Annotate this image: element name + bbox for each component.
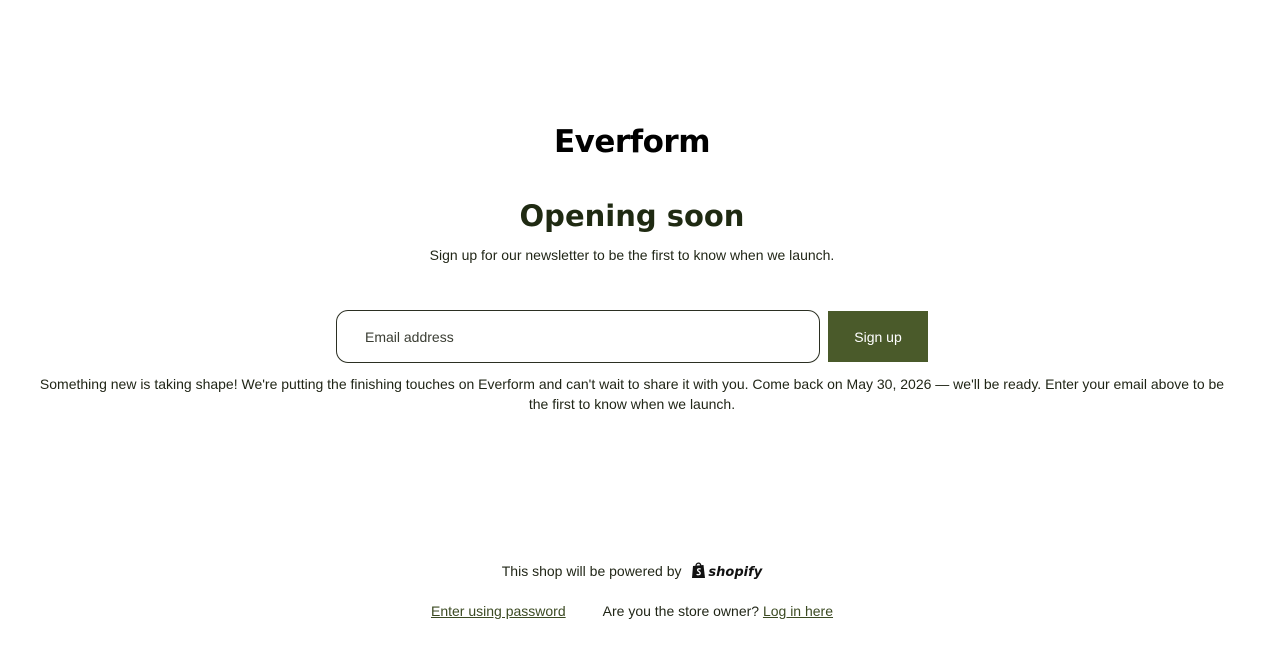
powered-by-text: This shop will be powered by (501, 563, 682, 579)
shopify-bag-icon (692, 562, 706, 579)
enter-password-link[interactable]: Enter using password (431, 603, 566, 619)
store-owner-prompt: Are you the store owner? (602, 603, 760, 619)
footer-links: Enter using password Are you the store o… (0, 600, 1264, 622)
shopify-logo[interactable]: shopify (691, 560, 762, 584)
powered-by: This shop will be powered by shopify (0, 560, 1264, 584)
email-input[interactable] (336, 310, 820, 363)
password-page: Everform Opening soon Sign up for our ne… (0, 0, 1264, 653)
page-subheading: Sign up for our newsletter to be the fir… (429, 247, 835, 263)
newsletter-form: Sign up (336, 310, 928, 363)
shopify-wordmark: shopify (708, 565, 763, 581)
page-heading: Opening soon (519, 199, 745, 233)
signup-button[interactable]: Sign up (828, 311, 928, 362)
login-link[interactable]: Log in here (763, 603, 833, 619)
store-name: Everform (553, 124, 711, 160)
launch-message: Something new is taking shape! We're put… (39, 376, 1225, 412)
